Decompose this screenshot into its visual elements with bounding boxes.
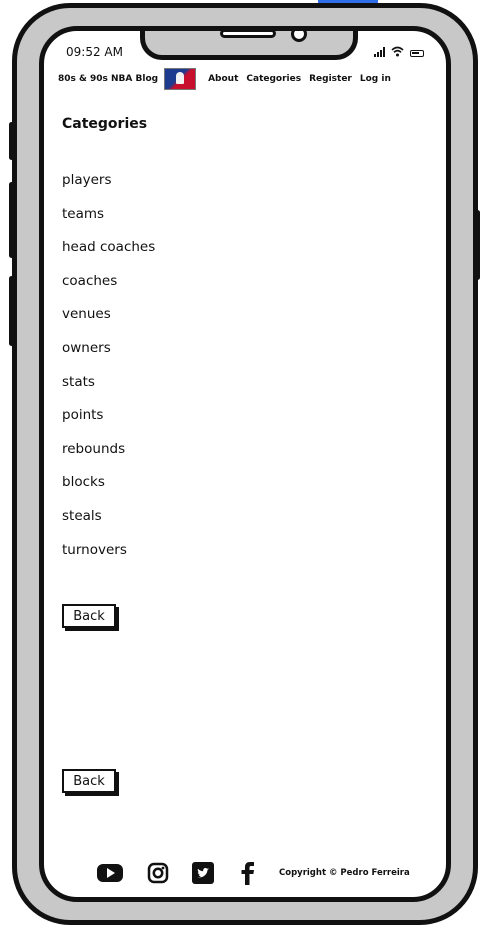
canvas: 09:52 AM 80s & 90s NBA Blog About Catego…	[0, 0, 489, 930]
category-item-head-coaches[interactable]: head coaches	[62, 237, 422, 271]
category-item-venues[interactable]: venues	[62, 304, 422, 338]
category-item-coaches[interactable]: coaches	[62, 271, 422, 305]
social-links	[96, 861, 259, 885]
category-item-blocks[interactable]: blocks	[62, 472, 422, 506]
volume-down-button	[9, 276, 14, 346]
brand-name[interactable]: 80s & 90s NBA Blog	[58, 74, 158, 84]
camera	[291, 31, 307, 42]
back-button-top[interactable]: Back	[62, 604, 116, 628]
status-time: 09:52 AM	[66, 45, 123, 59]
speaker	[220, 31, 276, 38]
battery-icon	[410, 50, 424, 57]
page-title: Categories	[62, 116, 148, 132]
instagram-icon[interactable]	[147, 862, 169, 884]
volume-up-button	[9, 182, 14, 258]
twitter-icon[interactable]	[192, 862, 214, 884]
notch	[140, 31, 358, 60]
nav-link-register[interactable]: Register	[309, 74, 352, 84]
wifi-icon	[391, 46, 404, 57]
category-item-points[interactable]: points	[62, 405, 422, 439]
signal-icon	[374, 47, 385, 57]
nav-link-categories[interactable]: Categories	[246, 74, 301, 84]
category-item-rebounds[interactable]: rebounds	[62, 439, 422, 473]
footer: Copyright © Pedro Ferreira	[96, 859, 432, 887]
status-icons	[374, 45, 424, 57]
youtube-icon[interactable]	[96, 863, 124, 883]
category-item-owners[interactable]: owners	[62, 338, 422, 372]
category-list: players teams head coaches coaches venue…	[62, 170, 422, 573]
phone-screen: 09:52 AM 80s & 90s NBA Blog About Catego…	[39, 26, 451, 902]
main-content: Categories players teams head coaches co…	[62, 116, 422, 573]
category-item-turnovers[interactable]: turnovers	[62, 540, 422, 574]
category-item-stats[interactable]: stats	[62, 372, 422, 406]
back-button-bottom[interactable]: Back	[62, 769, 116, 793]
top-nav: 80s & 90s NBA Blog About Categories Regi…	[58, 68, 432, 90]
category-item-teams[interactable]: teams	[62, 204, 422, 238]
category-item-steals[interactable]: steals	[62, 506, 422, 540]
power-button	[475, 210, 480, 280]
copyright-text: Copyright © Pedro Ferreira	[279, 868, 410, 878]
facebook-icon[interactable]	[237, 861, 259, 885]
nav-link-login[interactable]: Log in	[360, 74, 391, 84]
category-item-players[interactable]: players	[62, 170, 422, 204]
nav-link-about[interactable]: About	[208, 74, 238, 84]
nba-logo-icon[interactable]	[164, 68, 197, 90]
mute-switch	[9, 122, 14, 160]
